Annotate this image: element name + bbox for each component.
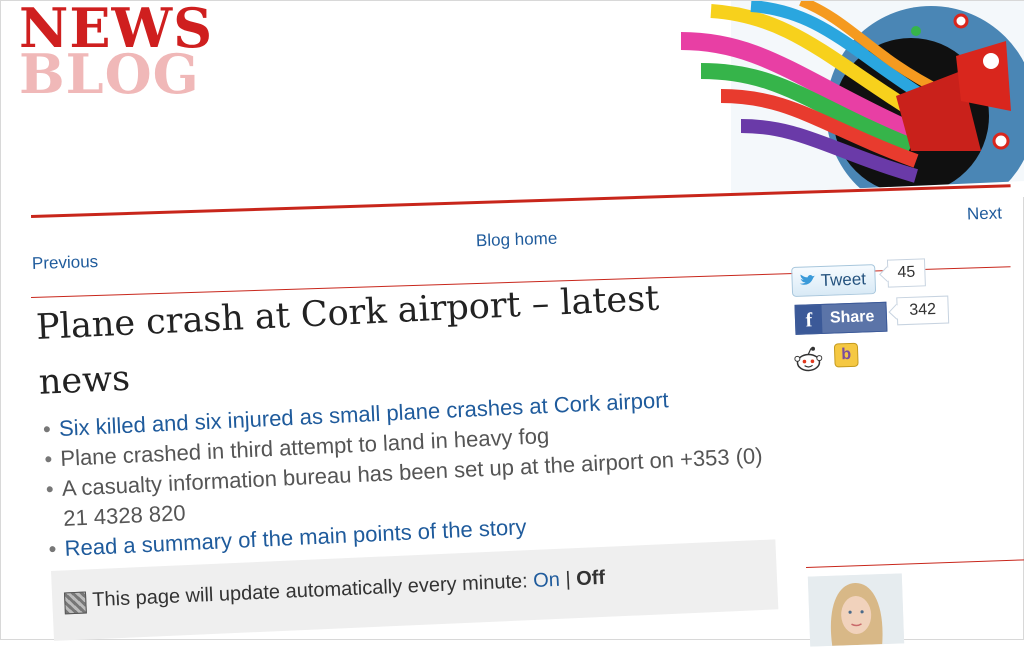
reddit-icon[interactable]	[794, 346, 823, 373]
tweet-button[interactable]: Tweet	[791, 264, 877, 297]
header-illustration	[661, 1, 1024, 197]
news-blog-logo[interactable]: NEWS BLOG	[19, 1, 213, 107]
next-link[interactable]: Next	[967, 203, 1003, 224]
key-points-list: Six killed and six injured as small plan…	[40, 380, 786, 565]
author-avatar	[807, 573, 905, 647]
twitter-bird-icon	[799, 274, 816, 285]
header-divider	[31, 184, 1011, 218]
share-count: 342	[896, 295, 950, 326]
facebook-icon: f	[795, 304, 823, 334]
auto-update-off-link[interactable]: Off	[576, 567, 606, 590]
auto-update-label: This page will update automatically ever…	[91, 570, 529, 612]
tweet-count: 45	[886, 258, 926, 288]
tweet-label: Tweet	[820, 269, 867, 290]
article-content: Plane crash at Cork airport – latest new…	[35, 266, 787, 565]
buzz-icon[interactable]: b	[833, 342, 859, 368]
auto-update-separator: |	[564, 568, 572, 591]
blog-home-link[interactable]: Blog home	[476, 229, 558, 252]
auto-update-message: This page will update automatically ever…	[92, 567, 606, 612]
auto-update-on-link[interactable]: On	[533, 569, 561, 592]
logo-line-blog: BLOG	[19, 42, 200, 107]
facebook-share-button[interactable]: f Share	[794, 301, 888, 335]
refresh-icon	[63, 591, 87, 615]
previous-link[interactable]: Previous	[32, 252, 99, 274]
share-label: Share	[829, 308, 875, 327]
sidebar-divider	[806, 559, 1024, 568]
blog-page: NEWS BLOG Next Blog home Previous Plane …	[0, 0, 1024, 647]
